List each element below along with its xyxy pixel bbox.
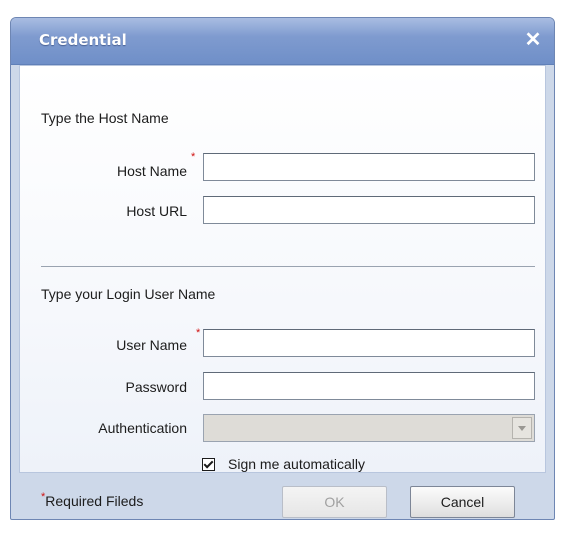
user-name-label: User Name (116, 337, 187, 353)
host-url-input[interactable] (203, 196, 535, 224)
required-note: *Required Fileds (41, 491, 144, 509)
password-label: Password (125, 379, 187, 395)
password-input[interactable] (203, 372, 535, 400)
chevron-down-icon[interactable] (512, 417, 532, 439)
host-name-required-star: * (191, 151, 196, 163)
required-note-text: Required Fileds (45, 493, 144, 509)
host-url-label: Host URL (126, 203, 187, 219)
credential-dialog: Credential ✕ Type the Host Name Host Nam… (10, 17, 555, 520)
host-section-title: Type the Host Name (41, 110, 169, 126)
dialog-content: Type the Host Name Host Name * Host URL … (19, 65, 546, 473)
sign-automatically-label[interactable]: Sign me automatically (228, 456, 365, 472)
close-icon[interactable]: ✕ (524, 30, 542, 50)
authentication-label: Authentication (98, 420, 187, 436)
title-bar[interactable]: Credential ✕ (11, 18, 554, 65)
login-section-title: Type your Login User Name (41, 286, 216, 302)
host-name-input[interactable] (203, 153, 535, 181)
ok-button[interactable]: OK (282, 486, 387, 518)
host-name-label: Host Name (116, 163, 187, 179)
cancel-button[interactable]: Cancel (410, 486, 515, 518)
sign-automatically-checkbox[interactable] (202, 458, 215, 471)
required-note-star: * (41, 491, 46, 503)
dialog-title: Credential (39, 31, 127, 49)
authentication-select[interactable] (203, 414, 535, 442)
section-divider (41, 266, 535, 267)
user-name-input[interactable] (203, 329, 535, 357)
user-name-required-star: * (196, 327, 201, 339)
